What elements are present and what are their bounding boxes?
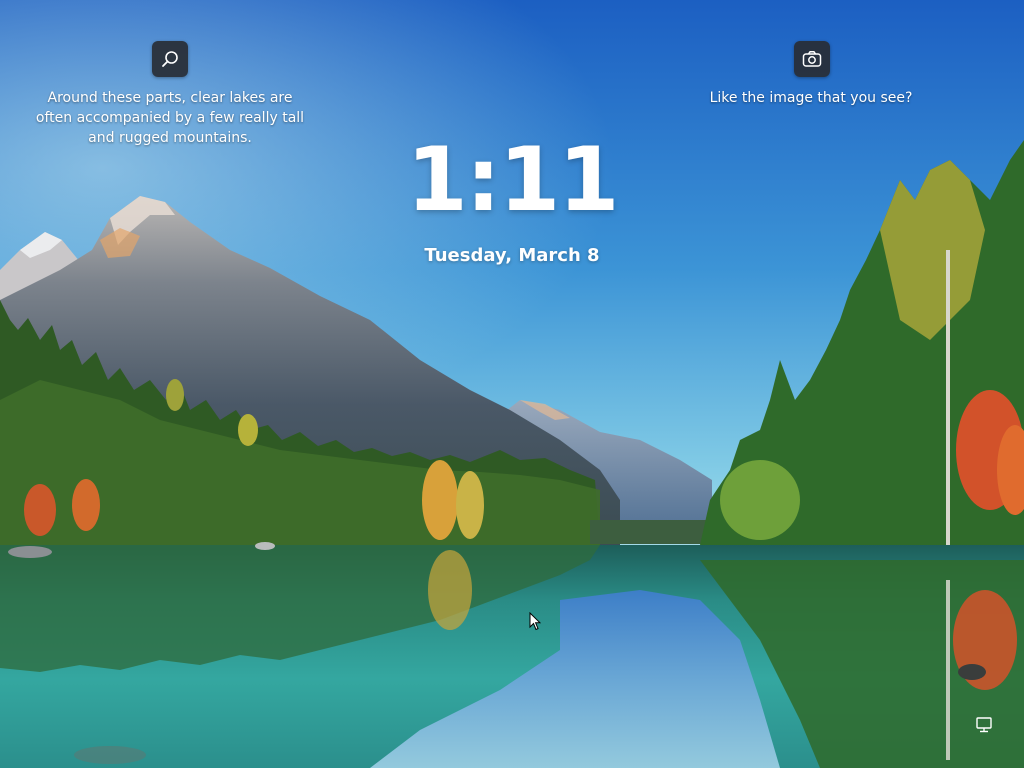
spotlight-info-line: often accompanied by a few really tall (35, 110, 305, 126)
spotlight-info-line: Around these parts, clear lakes are (47, 90, 293, 106)
camera-icon (802, 51, 822, 67)
spotlight-info-line: and rugged mountains. (88, 130, 252, 146)
spotlight-info-caption: Around these parts, clear lakes are ofte… (20, 88, 320, 148)
network-icon[interactable] (975, 717, 993, 733)
spotlight-info-button[interactable] (152, 41, 188, 77)
lock-screen-date: Tuesday, March 8 (424, 245, 600, 266)
lock-screen-time: 1:11 (406, 128, 620, 231)
mouse-cursor-icon (529, 612, 541, 631)
spotlight-like-button[interactable] (794, 41, 830, 77)
lock-screen-overlay: Around these parts, clear lakes are ofte… (0, 0, 1024, 768)
search-icon (162, 51, 178, 67)
spotlight-like-caption: Like the image that you see? (709, 90, 913, 106)
